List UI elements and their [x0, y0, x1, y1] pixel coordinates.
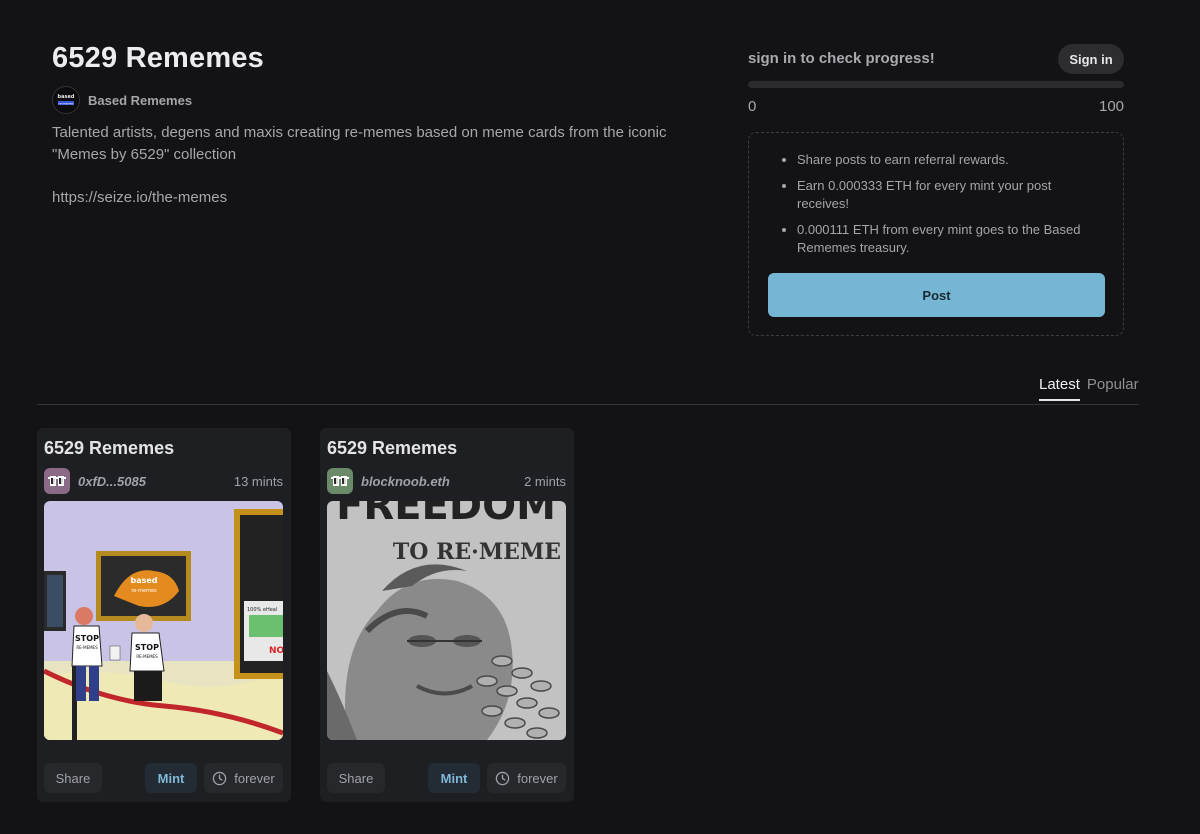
creator[interactable]: based re-memes Based Rememes	[52, 86, 192, 114]
duration-badge: forever	[487, 763, 566, 793]
collection-link[interactable]: https://seize.io/the-memes	[52, 189, 227, 206]
duration-label: forever	[517, 770, 558, 786]
artwork-sign-text: based	[130, 576, 157, 585]
artwork-shirt-text-1b: RE-MEMES	[76, 645, 98, 650]
artwork-shirt-text-2b: RE-MEMES	[136, 654, 158, 659]
post-card[interactable]: 6529 Rememes 0xfD...5085 13 mints based …	[37, 428, 291, 802]
artwork-poster-red: NO	[269, 646, 283, 656]
mint-button[interactable]: Mint	[428, 763, 480, 793]
progress-max: 100	[1099, 98, 1125, 115]
duration-label: forever	[234, 770, 275, 786]
post-title: 6529 Rememes	[327, 438, 458, 458]
creator-name[interactable]: Based Rememes	[88, 93, 192, 108]
based-logo-icon: based re-memes	[54, 88, 78, 112]
freedom-to-rememe-artwork-icon: FREEDOM TO RE·MEME	[327, 501, 566, 740]
tab-popular[interactable]: Popular	[1087, 376, 1139, 401]
noggles-icon	[48, 476, 66, 486]
post-author[interactable]: 0xfD...5085	[78, 474, 146, 489]
post-image[interactable]: FREEDOM TO RE·MEME	[327, 501, 566, 740]
progress-label: sign in to check progress!	[748, 50, 935, 67]
rewards-info-box: Share posts to earn referral rewards. Ea…	[748, 132, 1124, 336]
svg-text:re-memes: re-memes	[58, 101, 74, 105]
post-button[interactable]: Post	[768, 273, 1105, 317]
post-meta: 0xfD...5085 13 mints	[44, 468, 283, 494]
post-actions: Share Mint forever	[44, 763, 283, 793]
post-meta: blocknoob.eth 2 mints	[327, 468, 566, 494]
collection-description: Talented artists, degens and maxis creat…	[52, 124, 667, 163]
info-item: 0.000111 ETH from every mint goes to the…	[797, 221, 1099, 257]
progress-bar	[748, 81, 1124, 88]
post-actions: Share Mint forever	[327, 763, 566, 793]
artwork-shirt-text-2: STOP	[135, 643, 159, 652]
sign-in-button[interactable]: Sign in	[1058, 44, 1124, 74]
author-avatar[interactable]	[44, 468, 70, 494]
page-title: 6529 Rememes	[52, 42, 264, 74]
artwork-poster-text: 100% eHeal	[247, 607, 277, 613]
tab-latest[interactable]: Latest	[1039, 376, 1080, 401]
artwork-shirt-text-1: STOP	[75, 634, 99, 643]
progress-min: 0	[748, 98, 757, 115]
creator-avatar-text: based	[58, 94, 75, 100]
noggles-icon	[331, 476, 349, 486]
post-card[interactable]: 6529 Rememes blocknoob.eth 2 mints FREED…	[320, 428, 574, 802]
post-author[interactable]: blocknoob.eth	[361, 474, 450, 489]
sort-tabs: Latest Popular	[1039, 376, 1139, 401]
mint-button[interactable]: Mint	[145, 763, 197, 793]
mint-count: 13 mints	[233, 473, 283, 489]
post-image[interactable]: based re-memes 100% eHeal NO STOP RE-MEM…	[44, 501, 283, 740]
artwork-sign-subtext: re-memes	[131, 588, 157, 594]
rewards-info-list: Share posts to earn referral rewards. Ea…	[779, 151, 1099, 265]
share-button[interactable]: Share	[44, 763, 102, 793]
share-button[interactable]: Share	[327, 763, 385, 793]
creator-avatar: based re-memes	[52, 86, 80, 114]
artwork-headline: FREEDOM	[336, 501, 556, 529]
post-title: 6529 Rememes	[44, 438, 175, 458]
divider	[37, 404, 1139, 405]
artwork-subline: TO RE·MEME	[393, 539, 561, 565]
museum-protest-artwork-icon: based re-memes 100% eHeal NO STOP RE-MEM…	[44, 501, 283, 740]
mint-count: 2 mints	[524, 473, 566, 489]
clock-icon	[212, 771, 227, 786]
info-item: Earn 0.000333 ETH for every mint your po…	[797, 177, 1099, 213]
clock-icon	[495, 771, 510, 786]
author-avatar[interactable]	[327, 468, 353, 494]
duration-badge: forever	[204, 763, 283, 793]
info-item: Share posts to earn referral rewards.	[797, 151, 1099, 169]
